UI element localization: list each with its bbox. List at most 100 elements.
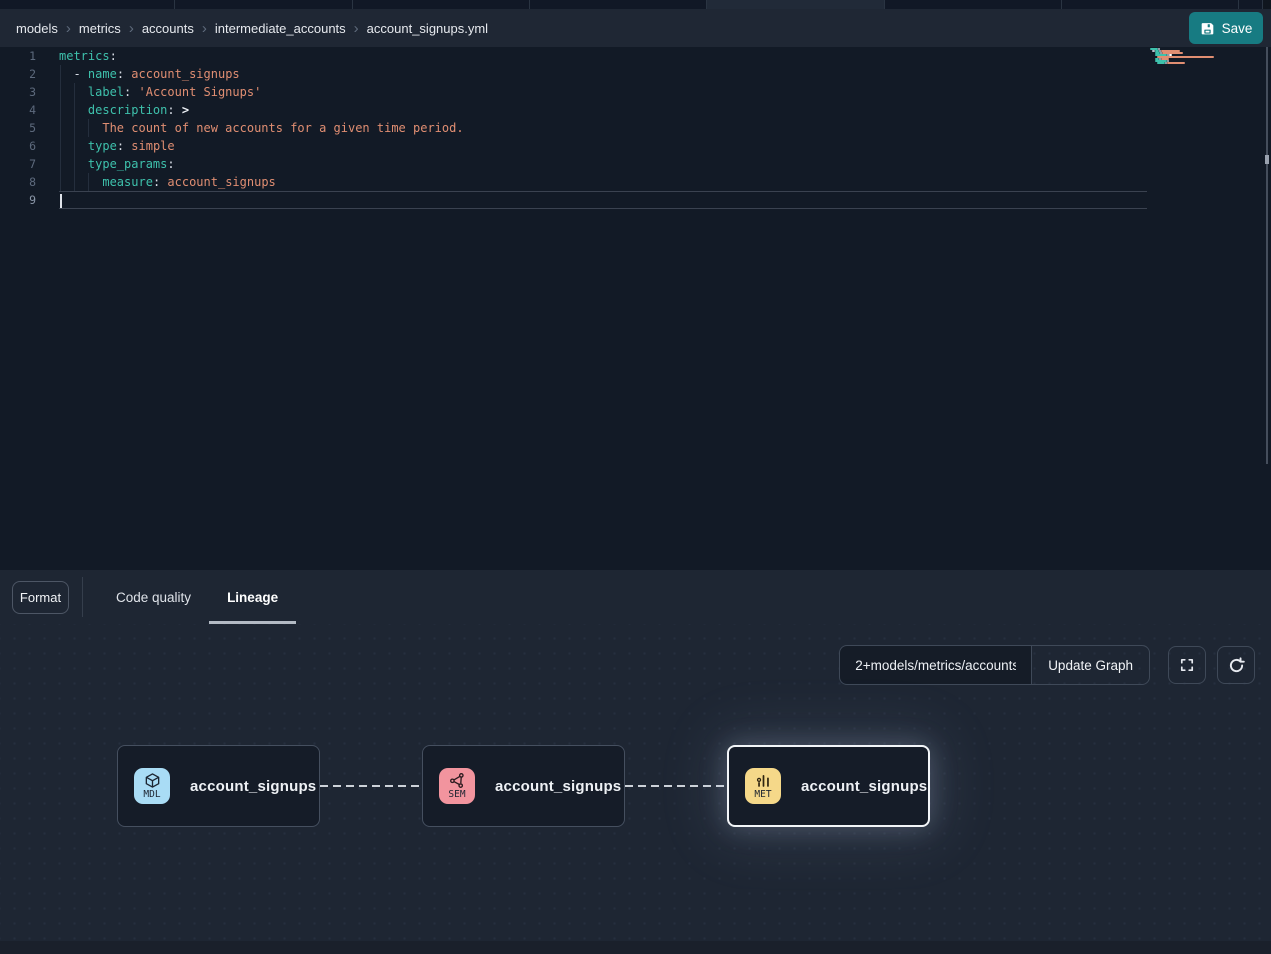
code-token: : (117, 139, 124, 153)
refresh-button[interactable] (1217, 646, 1255, 684)
line-number: 5 (0, 119, 59, 137)
node-type-badge: MDL (134, 768, 170, 804)
line-number: 3 (0, 83, 59, 101)
code-token: : (167, 103, 174, 117)
tab-code-quality[interactable]: Code quality (98, 570, 209, 624)
indent-guide (60, 155, 61, 173)
code-text: The count of new accounts for a given ti… (59, 119, 1147, 137)
save-button-label: Save (1222, 21, 1253, 36)
node-type-badge: MET (745, 768, 781, 804)
indent-guide (74, 173, 75, 191)
tab-lineage[interactable]: Lineage (209, 570, 296, 624)
breadcrumb-item[interactable]: metrics (79, 21, 121, 36)
code-line[interactable]: 6 type: simple (0, 137, 1271, 155)
minimap[interactable] (1150, 48, 1262, 66)
code-text: type_params: (59, 155, 1147, 173)
canvas-bottom-strip (0, 941, 1271, 954)
breadcrumb-item[interactable]: intermediate_accounts (215, 21, 346, 36)
lineage-node-sem[interactable]: SEM account_signups (422, 745, 625, 827)
node-label: account_signups (190, 778, 316, 795)
code-token: measure (102, 175, 153, 189)
indent-guide (74, 155, 75, 173)
node-label: account_signups (801, 778, 927, 795)
code-token: label (88, 85, 124, 99)
code-lines: 1metrics:2 - name: account_signups3 labe… (0, 47, 1271, 209)
code-line[interactable]: 2 - name: account_signups (0, 65, 1271, 83)
code-token: : (167, 157, 174, 171)
code-token: - (59, 67, 88, 81)
indent-guide (60, 137, 61, 155)
browser-tab-strip-segment (707, 0, 885, 9)
indent-guide (60, 173, 61, 191)
line-number: 7 (0, 155, 59, 173)
lineage-node-mdl[interactable]: MDL account_signups (117, 745, 320, 827)
save-icon (1200, 21, 1215, 36)
lineage-canvas[interactable]: Update Graph (0, 624, 1271, 954)
breadcrumb-item[interactable]: accounts (142, 21, 194, 36)
node-label: account_signups (495, 778, 621, 795)
semantic-model-icon (449, 772, 466, 789)
code-text: type: simple (59, 137, 1147, 155)
code-token: 'Account Signups' (131, 85, 261, 99)
editor-scrollbar-track[interactable] (1266, 47, 1268, 464)
code-token: type_params (88, 157, 167, 171)
code-token: The count of new accounts for a given ti… (59, 121, 464, 135)
breadcrumb-chevron-icon: › (354, 21, 359, 36)
code-line[interactable]: 1metrics: (0, 47, 1271, 65)
ide-window: models›metrics›accounts›intermediate_acc… (0, 0, 1271, 954)
code-token: description (88, 103, 167, 117)
node-type-label: SEM (448, 790, 465, 800)
update-graph-button[interactable]: Update Graph (1031, 645, 1150, 685)
minimap-line (1150, 64, 1262, 66)
indent-guide (60, 65, 61, 83)
text-cursor (60, 194, 62, 208)
fullscreen-button[interactable] (1168, 646, 1206, 684)
selector-group: Update Graph (839, 645, 1150, 685)
minimap-mark (1167, 62, 1185, 64)
indent-guide (74, 101, 75, 119)
code-text: description: > (59, 101, 1147, 119)
code-token: account_signups (124, 67, 240, 81)
code-text (59, 191, 1147, 209)
save-button[interactable]: Save (1189, 12, 1263, 44)
browser-tab-strip-segment (1239, 0, 1263, 9)
code-line[interactable]: 3 label: 'Account Signups' (0, 83, 1271, 101)
editor-scrollbar-handle[interactable] (1265, 155, 1269, 164)
code-text: measure: account_signups (59, 173, 1147, 191)
code-text: - name: account_signups (59, 65, 1147, 83)
code-line[interactable]: 5 The count of new accounts for a given … (0, 119, 1271, 137)
code-editor[interactable]: 1metrics:2 - name: account_signups3 labe… (0, 47, 1271, 570)
breadcrumb-item[interactable]: account_signups.yml (367, 21, 488, 36)
breadcrumb-bar: models›metrics›accounts›intermediate_acc… (0, 9, 1271, 47)
code-line[interactable]: 9 (0, 191, 1271, 209)
indent-guide (74, 83, 75, 101)
code-token: type (88, 139, 117, 153)
code-line[interactable]: 7 type_params: (0, 155, 1271, 173)
code-text: label: 'Account Signups' (59, 83, 1147, 101)
browser-tab-strip-segment (1062, 0, 1239, 9)
lineage-node-met[interactable]: MET account_signups (727, 745, 930, 827)
fullscreen-icon (1179, 657, 1195, 673)
lineage-selector-input[interactable] (839, 645, 1031, 685)
indent-guide (60, 119, 61, 137)
lineage-toolbar: Update Graph (839, 645, 1255, 685)
breadcrumb: models›metrics›accounts›intermediate_acc… (16, 21, 488, 36)
breadcrumb-item[interactable]: models (16, 21, 58, 36)
code-line[interactable]: 8 measure: account_signups (0, 173, 1271, 191)
indent-guide (60, 101, 61, 119)
bottom-panel: Format Code qualityLineage Update Graph (0, 570, 1271, 954)
format-button[interactable]: Format (12, 581, 69, 614)
code-token: : (110, 49, 117, 63)
browser-tab-strip-segment (353, 0, 530, 9)
code-text: metrics: (59, 47, 1147, 65)
code-line[interactable]: 4 description: > (0, 101, 1271, 119)
line-number: 9 (0, 191, 59, 209)
header-divider (82, 577, 83, 617)
metric-chart-icon (755, 772, 772, 789)
code-token: > (175, 103, 189, 117)
code-token: : (117, 67, 124, 81)
node-type-label: MET (754, 790, 771, 800)
refresh-icon (1228, 657, 1245, 674)
code-token: name (88, 67, 117, 81)
breadcrumb-chevron-icon: › (66, 21, 71, 36)
